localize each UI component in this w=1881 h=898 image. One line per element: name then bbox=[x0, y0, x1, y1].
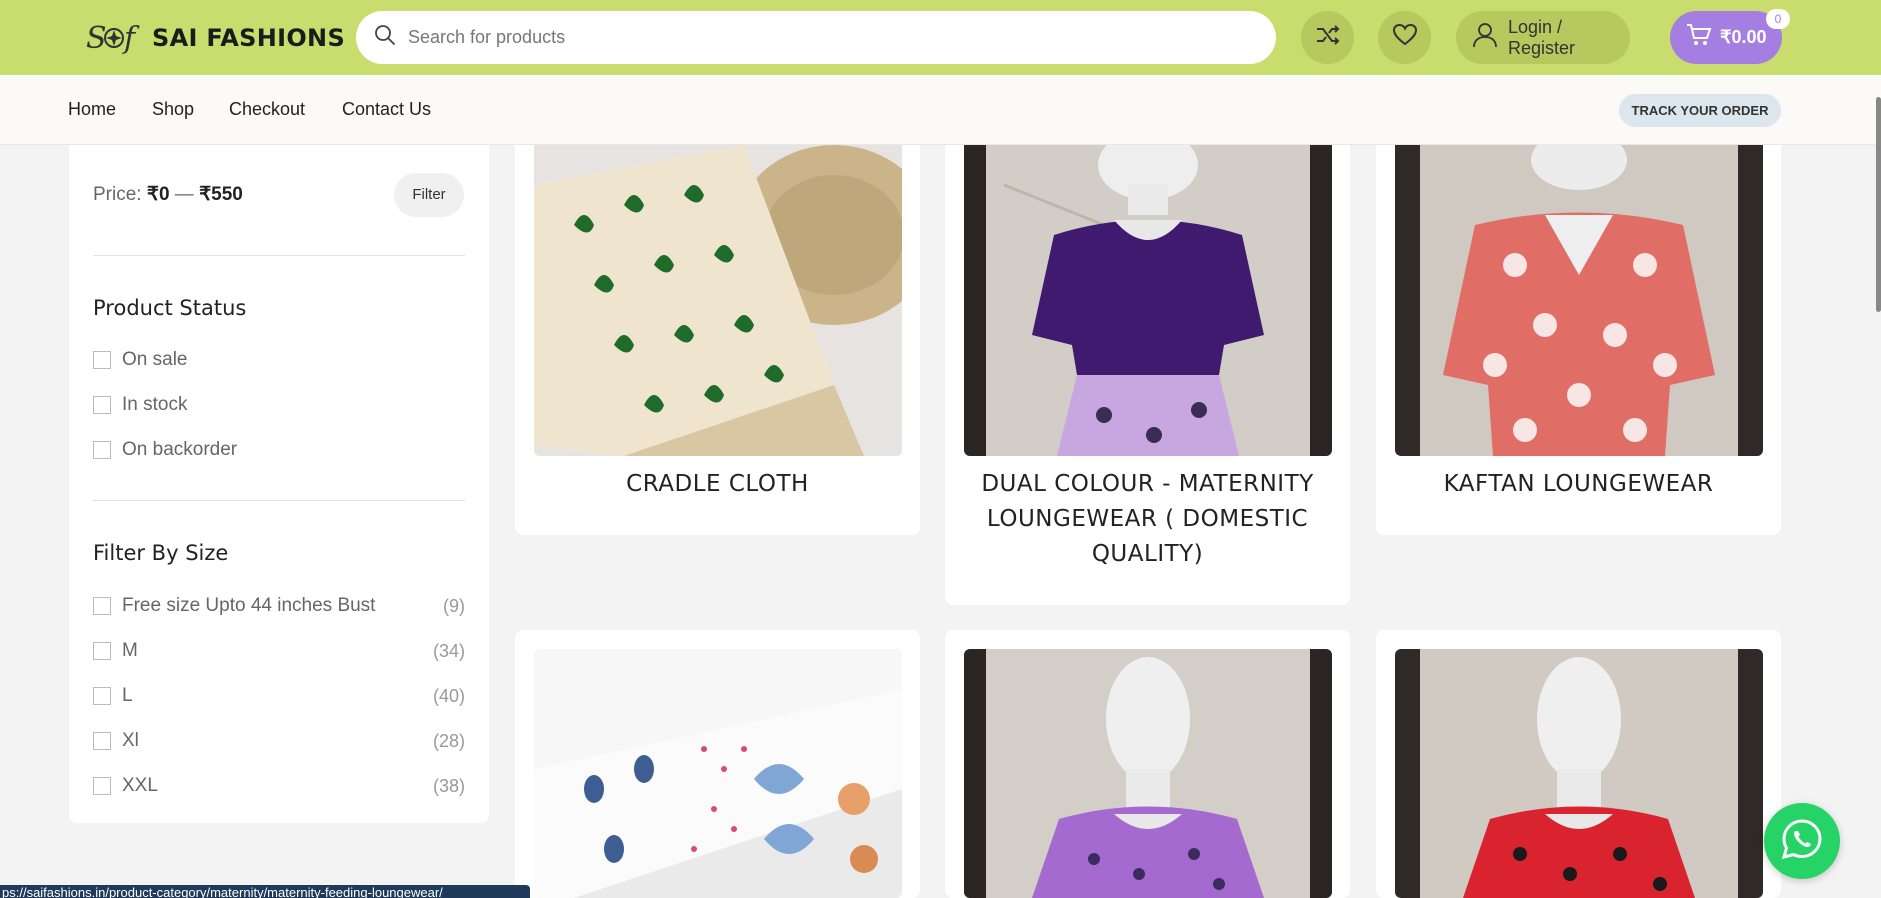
product-card[interactable]: CRADLE CLOTH bbox=[515, 145, 920, 535]
product-image-purple-printed-dress[interactable] bbox=[964, 649, 1332, 898]
product-image-printed-baby-cloths[interactable] bbox=[534, 649, 902, 898]
product-card[interactable] bbox=[945, 630, 1350, 898]
size-label: L bbox=[122, 685, 133, 706]
whatsapp-chat-button[interactable] bbox=[1764, 803, 1840, 879]
site-logo[interactable]: S f SAI FASHIONS bbox=[84, 18, 345, 58]
status-label: On sale bbox=[122, 349, 188, 370]
nav-item-shop[interactable]: Shop bbox=[152, 99, 194, 120]
checkbox[interactable] bbox=[93, 687, 111, 705]
size-option-l[interactable]: L (40) bbox=[93, 684, 465, 708]
svg-text:f: f bbox=[122, 21, 140, 56]
size-count: (28) bbox=[432, 730, 465, 751]
login-register-button[interactable]: Login / Register bbox=[1456, 11, 1630, 64]
nav-item-contact[interactable]: Contact Us bbox=[342, 99, 431, 120]
price-range: Price: ₹0 — ₹550 bbox=[93, 183, 243, 206]
nav-item-home[interactable]: Home bbox=[68, 99, 116, 120]
filter-by-size-title: Filter By Size bbox=[93, 541, 229, 565]
price-filter-button[interactable]: Filter bbox=[394, 173, 464, 217]
user-icon bbox=[1472, 22, 1498, 53]
shuffle-icon bbox=[1315, 24, 1341, 51]
status-option-on-sale[interactable]: On sale bbox=[93, 348, 465, 372]
size-label: XXL bbox=[122, 775, 158, 796]
search-bar[interactable] bbox=[356, 11, 1276, 64]
size-option-xxl[interactable]: XXL (38) bbox=[93, 774, 465, 798]
product-status-title: Product Status bbox=[93, 296, 247, 320]
divider bbox=[93, 500, 465, 501]
heart-icon bbox=[1392, 23, 1418, 52]
wishlist-button[interactable] bbox=[1378, 11, 1431, 64]
top-header: S f SAI FASHIONS Login / Register bbox=[0, 0, 1881, 75]
checkbox[interactable] bbox=[93, 642, 111, 660]
checkbox[interactable] bbox=[93, 597, 111, 615]
product-title[interactable]: CRADLE CLOTH bbox=[525, 467, 910, 502]
size-label: Free size Upto 44 inches Bust bbox=[122, 595, 376, 616]
checkbox[interactable] bbox=[93, 441, 111, 459]
status-label: On backorder bbox=[122, 439, 238, 460]
product-card[interactable] bbox=[515, 630, 920, 898]
logo-mark-icon: S f bbox=[84, 18, 148, 58]
compare-button[interactable] bbox=[1301, 11, 1354, 64]
status-option-on-backorder[interactable]: On backorder bbox=[93, 438, 465, 462]
link-status-bar: ps://saifashions.in/product-category/mat… bbox=[0, 885, 530, 898]
size-label: Xl bbox=[122, 730, 139, 751]
product-title[interactable]: KAFTAN LOUNGEWEAR bbox=[1386, 467, 1771, 502]
search-input[interactable] bbox=[408, 27, 1208, 48]
track-order-button[interactable]: TRACK YOUR ORDER bbox=[1619, 94, 1781, 127]
size-count: (40) bbox=[432, 685, 465, 706]
product-card[interactable]: KAFTAN LOUNGEWEAR bbox=[1376, 145, 1781, 535]
price-prefix: Price: bbox=[93, 184, 142, 205]
login-label: Login / Register bbox=[1508, 16, 1576, 58]
cart-count-badge: 0 bbox=[1766, 9, 1790, 29]
size-option-xl[interactable]: Xl (28) bbox=[93, 729, 465, 753]
brand-name: SAI FASHIONS bbox=[152, 24, 346, 52]
cart-icon bbox=[1686, 23, 1712, 52]
whatsapp-icon bbox=[1780, 817, 1824, 866]
price-min: ₹0 bbox=[146, 184, 170, 205]
checkbox[interactable] bbox=[93, 396, 111, 414]
divider bbox=[93, 255, 465, 256]
product-title[interactable]: DUAL COLOUR - MATERNITY LOUNGEWEAR ( DOM… bbox=[955, 467, 1340, 572]
size-count: (38) bbox=[432, 775, 465, 796]
size-label: M bbox=[122, 640, 138, 661]
price-max: ₹550 bbox=[199, 184, 243, 205]
size-option-m[interactable]: M (34) bbox=[93, 639, 465, 663]
scrollbar-thumb[interactable] bbox=[1876, 97, 1881, 312]
status-label: In stock bbox=[122, 394, 188, 415]
product-image-red-cartoon-print-dress[interactable] bbox=[1395, 649, 1763, 898]
price-separator: — bbox=[174, 184, 194, 205]
product-card[interactable]: DUAL COLOUR - MATERNITY LOUNGEWEAR ( DOM… bbox=[945, 145, 1350, 605]
size-count: (9) bbox=[443, 595, 465, 616]
checkbox[interactable] bbox=[93, 732, 111, 750]
size-count: (34) bbox=[432, 640, 465, 661]
main-navigation: Home Shop Checkout Contact Us TRACK YOUR… bbox=[0, 75, 1881, 145]
product-image-dinosaur-print-fabric[interactable] bbox=[534, 145, 902, 456]
svg-text:S: S bbox=[86, 21, 107, 56]
status-option-in-stock[interactable]: In stock bbox=[93, 393, 465, 417]
checkbox[interactable] bbox=[93, 351, 111, 369]
checkbox[interactable] bbox=[93, 777, 111, 795]
cart-total: ₹0.00 bbox=[1720, 27, 1767, 47]
product-image-floral-coral-kaftan[interactable] bbox=[1395, 145, 1763, 456]
search-icon[interactable] bbox=[374, 24, 396, 51]
nav-item-checkout[interactable]: Checkout bbox=[229, 99, 305, 120]
product-image-purple-dual-colour-dress[interactable] bbox=[964, 145, 1332, 456]
size-option-free-size[interactable]: Free size Upto 44 inches Bust (9) bbox=[93, 594, 465, 618]
filter-sidebar: Price: ₹0 — ₹550 Filter Product Status O… bbox=[69, 145, 489, 823]
product-card[interactable] bbox=[1376, 630, 1781, 898]
